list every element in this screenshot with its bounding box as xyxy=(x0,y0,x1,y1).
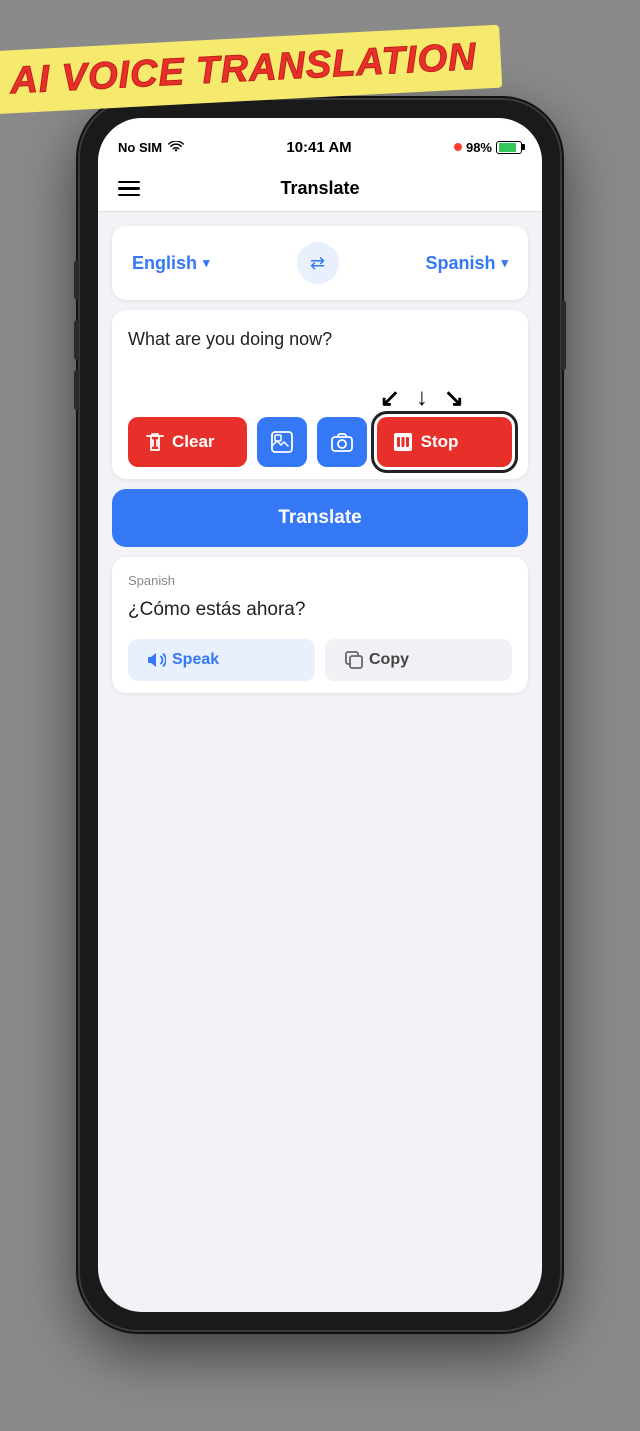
battery-icon xyxy=(496,141,522,154)
arrow-2: ↓ xyxy=(416,384,428,413)
input-area: What are you doing now? ↙ ↓ ↘ Clear xyxy=(112,310,528,479)
phone: No SIM 10:41 AM 98% xyxy=(80,100,560,1330)
speaker-icon xyxy=(148,651,166,669)
input-text[interactable]: What are you doing now? xyxy=(128,326,512,376)
speak-button[interactable]: Speak xyxy=(128,639,315,681)
trash-icon xyxy=(146,432,164,452)
camera-button[interactable] xyxy=(317,417,367,467)
copy-button[interactable]: Copy xyxy=(325,639,512,681)
gallery-icon xyxy=(271,431,293,453)
output-text: ¿Cómo estás ahora? xyxy=(128,596,512,625)
carrier-label: No SIM xyxy=(118,140,162,155)
status-bar: No SIM 10:41 AM 98% xyxy=(98,118,542,168)
copy-label: Copy xyxy=(369,651,409,669)
target-language-chevron: ▾ xyxy=(501,255,508,271)
swap-languages-button[interactable]: ⇄ xyxy=(297,242,339,284)
battery-tip xyxy=(522,144,525,150)
arrow-1: ↙ xyxy=(380,384,400,413)
output-language-label: Spanish xyxy=(128,573,512,588)
output-actions: Speak Copy xyxy=(128,639,512,681)
translate-button[interactable]: Translate xyxy=(112,489,528,547)
hamburger-line-3 xyxy=(118,194,140,197)
translate-btn-wrapper: Translate xyxy=(112,489,528,547)
battery-fill xyxy=(499,143,516,152)
source-language-button[interactable]: English ▾ xyxy=(132,253,210,274)
status-right: 98% xyxy=(454,140,522,155)
source-language-chevron: ▾ xyxy=(203,255,210,271)
hamburger-line-1 xyxy=(118,181,140,184)
action-buttons: Clear xyxy=(128,417,512,467)
wifi-icon xyxy=(168,141,184,153)
hamburger-line-2 xyxy=(118,187,140,190)
arrow-3: ↘ xyxy=(444,384,464,413)
output-area: Spanish ¿Cómo estás ahora? Speak xyxy=(112,557,528,693)
target-language-button[interactable]: Spanish ▾ xyxy=(425,253,508,274)
page-wrapper: AI VOICE TRANSLATION No SIM xyxy=(0,20,640,1411)
arrows-annotation: ↙ ↓ ↘ xyxy=(128,384,512,413)
swap-icon: ⇄ xyxy=(310,253,325,274)
banner-text: AI VOICE TRANSLATION xyxy=(9,36,477,102)
translate-label: Translate xyxy=(278,507,361,528)
stop-label: Stop xyxy=(421,432,459,452)
status-left: No SIM xyxy=(118,140,184,155)
speak-label: Speak xyxy=(172,651,219,669)
hamburger-menu[interactable] xyxy=(118,181,140,197)
nav-title: Translate xyxy=(140,178,500,199)
battery-percentage: 98% xyxy=(466,140,492,155)
stop-button[interactable]: Stop xyxy=(377,417,512,467)
target-language-label: Spanish xyxy=(425,253,495,274)
battery-dot xyxy=(454,143,462,151)
language-selector: English ▾ ⇄ Spanish ▾ xyxy=(112,226,528,300)
source-language-label: English xyxy=(132,253,197,274)
clear-label: Clear xyxy=(172,432,215,452)
camera-icon xyxy=(331,432,353,452)
clear-button[interactable]: Clear xyxy=(128,417,247,467)
screen: No SIM 10:41 AM 98% xyxy=(98,118,542,1312)
gallery-button[interactable] xyxy=(257,417,307,467)
clock: 10:41 AM xyxy=(286,139,351,156)
nav-bar: Translate xyxy=(98,168,542,212)
stop-record-icon xyxy=(393,432,413,452)
copy-icon xyxy=(345,651,363,669)
